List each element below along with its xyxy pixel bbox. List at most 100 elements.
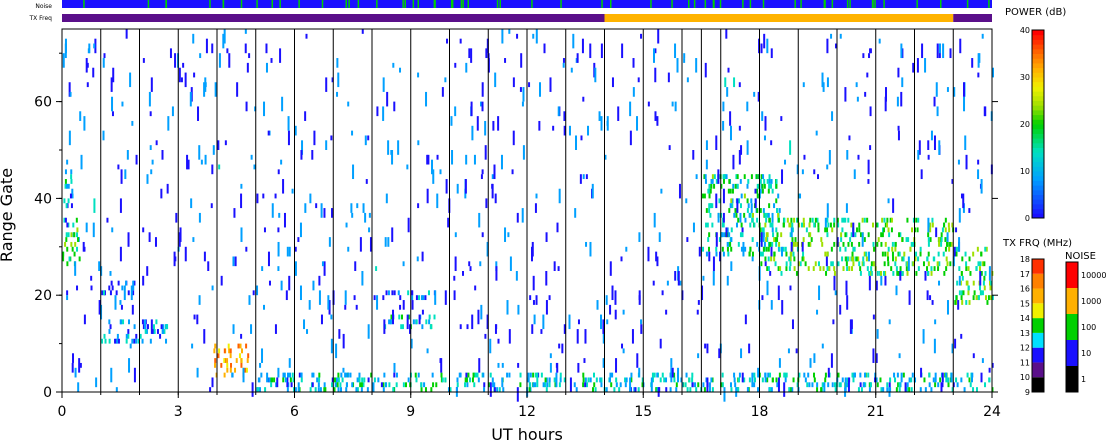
noise-mark: [609, 0, 612, 8]
echo-cell: [362, 203, 365, 213]
echo-cell: [569, 377, 572, 392]
echo-cell: [636, 116, 639, 131]
scan-boundary-lines: [100, 29, 954, 392]
echo-cell: [705, 140, 708, 150]
echo-cell: [132, 280, 135, 291]
echo-cell: [466, 382, 469, 388]
echo-cell: [445, 179, 448, 194]
echo-cell: [802, 237, 805, 242]
echo-cell: [306, 329, 309, 334]
echo-cell: [670, 358, 673, 368]
echo-cell: [870, 261, 873, 267]
y-axis-label: Range Gate: [0, 168, 16, 262]
echo-cell: [859, 271, 862, 276]
noise-mark: [831, 0, 834, 8]
echo-cell: [860, 387, 863, 392]
echo-cell: [748, 377, 751, 383]
echo-cell: [213, 348, 216, 354]
echo-cell: [981, 358, 984, 363]
echo-cell: [317, 382, 320, 388]
echo-cell: [119, 319, 122, 325]
echo-cell: [806, 382, 809, 388]
echo-cell: [824, 377, 827, 383]
echo-cell: [481, 169, 484, 175]
echo-cell: [866, 266, 869, 271]
echo-cell: [886, 382, 889, 388]
echo-cell: [686, 77, 689, 83]
echo-cell: [780, 271, 783, 276]
echo-cell: [773, 256, 776, 262]
echo-cell: [868, 53, 871, 59]
power-colorbar-swatch: [1032, 77, 1044, 83]
noise-mark: [222, 0, 225, 8]
echo-cell: [888, 382, 891, 388]
echo-cell: [748, 343, 751, 354]
echo-cell: [497, 116, 500, 131]
echo-cell: [407, 217, 410, 233]
echo-cell: [749, 246, 752, 252]
echo-cell: [527, 377, 530, 383]
echo-cell: [793, 217, 796, 223]
echo-cell: [450, 116, 453, 126]
echo-cell: [733, 77, 736, 88]
plot-area: 0 3 6 9 12 15 18 21 24 0204060 UT hours Range Ga…: [0, 28, 1001, 441]
echo-cell: [242, 367, 245, 383]
echo-cell: [929, 295, 932, 301]
echo-cell: [761, 377, 764, 383]
echo-cell: [833, 266, 836, 271]
echo-cell: [767, 212, 770, 218]
echo-cell: [482, 372, 485, 378]
echo-cell: [262, 193, 265, 199]
echo-cell: [441, 87, 444, 97]
echo-cell: [861, 217, 864, 223]
echo-cell: [795, 348, 798, 354]
echo-cell: [778, 358, 781, 368]
echo-cell: [129, 343, 132, 349]
echo-cell: [652, 280, 655, 286]
echo-cell: [809, 358, 812, 368]
noise-mark: [800, 0, 802, 8]
power-colorbar-swatch: [1032, 39, 1044, 45]
echo-cell: [722, 188, 725, 204]
echo-cell: [938, 241, 941, 247]
echo-cell: [568, 314, 571, 330]
echo-cell: [453, 275, 456, 281]
echo-cell: [294, 261, 297, 276]
echo-cell: [777, 377, 780, 392]
echo-cell: [226, 358, 229, 363]
echo-cell: [737, 377, 740, 383]
echo-cell: [471, 125, 474, 141]
echo-cell: [397, 290, 400, 296]
echo-cell: [555, 362, 558, 368]
echo-cell: [675, 382, 678, 388]
echo-cell: [160, 324, 163, 330]
echo-cell: [142, 275, 145, 286]
echo-cell: [743, 174, 746, 180]
echo-cell: [718, 198, 721, 204]
echo-cell: [868, 271, 871, 276]
echo-cell: [799, 261, 802, 267]
echo-cell: [775, 198, 778, 204]
echo-cell: [70, 174, 73, 180]
echo-cell: [726, 87, 729, 97]
echo-cell: [833, 222, 836, 228]
noise-mark: [966, 0, 969, 8]
echo-cell: [845, 280, 848, 296]
echo-cell: [970, 377, 973, 383]
echo-cell: [595, 377, 598, 383]
echo-cell: [755, 174, 758, 180]
echo-cell: [66, 183, 69, 189]
echo-cell: [964, 135, 967, 150]
echo-cell: [391, 150, 394, 165]
echo-cell: [535, 29, 538, 44]
echo-cell: [611, 285, 614, 301]
echo-cell: [790, 227, 793, 238]
echo-cell: [629, 101, 632, 117]
echo-cell: [844, 377, 847, 392]
echo-cell: [695, 387, 698, 392]
echo-cell: [288, 246, 291, 257]
echo-cell: [282, 179, 285, 194]
echo-cell: [863, 237, 866, 242]
echo-cell: [891, 246, 894, 252]
echo-cell: [818, 285, 821, 301]
